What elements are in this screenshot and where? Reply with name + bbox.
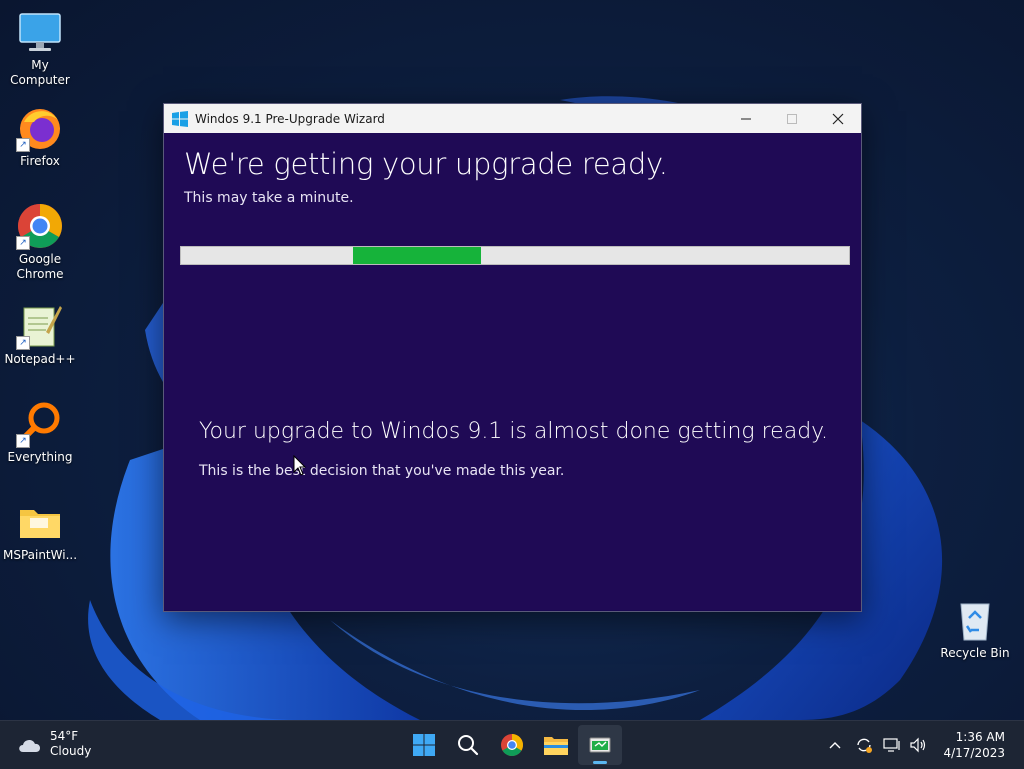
- shortcut-arrow-icon: ↗: [16, 434, 30, 448]
- taskbar-pinned-apps: [402, 725, 622, 765]
- wizard-content: We're getting your upgrade ready. This m…: [164, 133, 861, 610]
- progress-bar: [180, 246, 850, 265]
- window-title: Windos 9.1 Pre-Upgrade Wizard: [195, 111, 385, 126]
- cloud-icon: [19, 739, 41, 752]
- desktop-icon-label: My Computer: [10, 58, 70, 87]
- desktop-icon-my-computer[interactable]: My Computer: [0, 8, 80, 88]
- taskbar-clock[interactable]: 1:36 AM 4/17/2023: [943, 729, 1005, 761]
- desktop-icon-firefox[interactable]: ↗ Firefox: [0, 104, 80, 169]
- search-icon: [458, 735, 479, 756]
- wizard-app-icon: [589, 737, 611, 753]
- desktop-icon-label: MSPaintWi...: [2, 548, 78, 562]
- start-button[interactable]: [402, 725, 446, 765]
- shortcut-arrow-icon: ↗: [16, 336, 30, 350]
- maximize-icon: [787, 113, 797, 124]
- close-button[interactable]: [815, 104, 861, 133]
- notepad-plus-plus-icon: ↗: [16, 302, 64, 350]
- taskbar-search-button[interactable]: [446, 725, 490, 765]
- show-hidden-icons-button[interactable]: [821, 725, 849, 765]
- weather-condition: Cloudy: [50, 744, 92, 758]
- desktop-icon-label: Everything: [7, 450, 73, 464]
- mouse-cursor-icon: [293, 455, 307, 476]
- desktop-icon-recycle-bin[interactable]: Recycle Bin: [935, 596, 1015, 661]
- sync-icon: [857, 738, 873, 753]
- desktop-icon-label: Recycle Bin: [940, 646, 1010, 660]
- monitor-icon: [16, 8, 64, 56]
- magnifier-icon: ↗: [16, 400, 64, 448]
- desktop-icon-label: Google Chrome: [16, 252, 64, 281]
- shortcut-arrow-icon: ↗: [16, 138, 30, 152]
- progress-bar-fill: [353, 247, 481, 264]
- clock-date: 4/17/2023: [943, 746, 1005, 760]
- shortcut-arrow-icon: ↗: [16, 236, 30, 250]
- desktop-icon-notepad-plus-plus[interactable]: ↗ Notepad++: [0, 302, 80, 367]
- network-icon: [883, 738, 901, 752]
- windows-logo-icon: [172, 110, 188, 127]
- network-button[interactable]: [879, 725, 905, 765]
- minimize-icon: [741, 118, 751, 119]
- close-icon: [832, 113, 844, 124]
- desktop-icon-everything[interactable]: ↗ Everything: [0, 400, 80, 465]
- file-explorer-icon: [544, 737, 568, 755]
- upgrade-wizard-window: Windos 9.1 Pre-Upgrade Wizard We're gett…: [163, 103, 862, 612]
- taskbar-wizard-button[interactable]: [578, 725, 622, 765]
- maximize-button[interactable]: [769, 104, 815, 133]
- system-tray: 1:36 AM 4/17/2023: [821, 721, 1024, 769]
- chrome-icon: ↗: [16, 202, 64, 250]
- desktop-icon-google-chrome[interactable]: ↗ Google Chrome: [0, 202, 80, 282]
- minimize-button[interactable]: [723, 104, 769, 133]
- status-text: This is the best decision that you've ma…: [199, 463, 565, 479]
- taskbar: 54°F Cloudy 1:36 AM 4/17/2023: [0, 720, 1024, 769]
- desktop-icon-mspaint-folder[interactable]: MSPaintWi...: [0, 498, 80, 563]
- firefox-icon: ↗: [16, 104, 64, 152]
- status-heading: Your upgrade to Windos 9.1 is almost don…: [199, 419, 829, 444]
- folder-icon: [16, 498, 64, 546]
- taskbar-file-explorer-button[interactable]: [534, 725, 578, 765]
- recycle-bin-icon: [951, 596, 999, 644]
- window-titlebar[interactable]: Windos 9.1 Pre-Upgrade Wizard: [164, 104, 861, 133]
- page-subtitle: This may take a minute.: [184, 190, 354, 206]
- sync-status-button[interactable]: [849, 725, 879, 765]
- page-title: We're getting your upgrade ready.: [184, 147, 668, 181]
- active-app-indicator: [593, 761, 607, 764]
- chrome-icon: [501, 734, 523, 756]
- desktop-icon-label: Notepad++: [4, 352, 76, 366]
- start-icon: [413, 734, 435, 756]
- chevron-up-icon: [829, 742, 841, 749]
- weather-temp: 54°F: [50, 729, 79, 743]
- taskbar-chrome-button[interactable]: [490, 725, 534, 765]
- desktop-icon-label: Firefox: [20, 154, 60, 168]
- speaker-icon: [910, 737, 926, 753]
- clock-time: 1:36 AM: [955, 730, 1005, 744]
- volume-button[interactable]: [905, 725, 931, 765]
- weather-widget[interactable]: 54°F Cloudy: [16, 729, 91, 759]
